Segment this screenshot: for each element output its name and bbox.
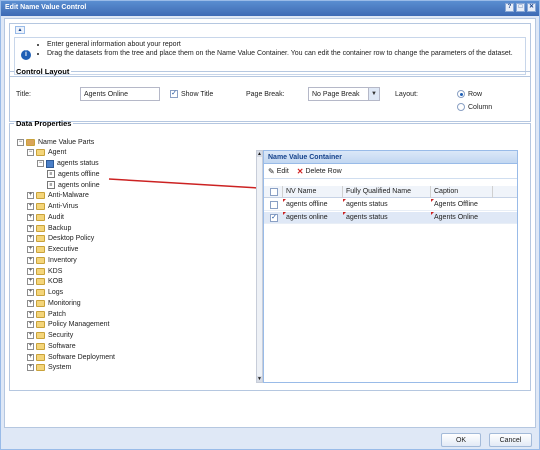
col-caption[interactable]: Caption <box>434 188 458 195</box>
name-value-container: Name Value Container ✎ Edit ✕ Delete Row… <box>263 150 518 383</box>
pencil-icon: ✎ <box>268 166 275 176</box>
maximize-button[interactable]: □ <box>516 3 525 12</box>
grid-row[interactable]: agents offline agents status Agents Offlin… <box>264 199 517 211</box>
cell-caption[interactable]: Agents Offline <box>434 201 478 208</box>
cancel-button[interactable]: Cancel <box>489 433 532 447</box>
row-checkbox[interactable]: ✓ <box>270 214 278 222</box>
window-title: Edit Name Value Control <box>5 4 87 11</box>
edit-button[interactable]: ✎ Edit <box>268 166 289 176</box>
help-button[interactable]: ? <box>505 3 514 12</box>
dialog-content: ▲ i Enter general information about your… <box>4 18 536 428</box>
cell-nv-name[interactable]: agents offline <box>286 201 328 208</box>
cell-fqn[interactable]: agents status <box>346 201 388 208</box>
col-fqn[interactable]: Fully Qualified Name <box>346 188 411 195</box>
grid-header-row: NV Name Fully Qualified Name Caption <box>264 186 517 198</box>
cell-caption[interactable]: Agents Online <box>434 214 478 221</box>
delete-row-button[interactable]: ✕ Delete Row <box>296 166 342 176</box>
select-all-checkbox[interactable] <box>270 188 278 196</box>
container-header: Name Value Container <box>264 151 517 164</box>
close-button[interactable]: ✕ <box>527 3 536 12</box>
row-checkbox[interactable] <box>270 201 278 209</box>
col-nv-name[interactable]: NV Name <box>286 188 316 195</box>
tree-scrollbar[interactable]: ▲ ▼ <box>256 150 263 383</box>
scroll-up-icon[interactable]: ▲ <box>257 151 262 157</box>
cell-fqn[interactable]: agents status <box>346 214 388 221</box>
drag-arrow <box>108 178 277 194</box>
delete-label: Delete Row <box>305 167 342 175</box>
container-toolbar: ✎ Edit ✕ Delete Row <box>264 164 517 179</box>
delete-icon: ✕ <box>296 166 304 176</box>
edit-label: Edit <box>276 167 289 175</box>
title-bar[interactable]: Edit Name Value Control ? □ ✕ <box>1 1 539 16</box>
cell-nv-name[interactable]: agents online <box>286 214 328 221</box>
ok-button[interactable]: OK <box>441 433 481 447</box>
dialog-window: Edit Name Value Control ? □ ✕ ▲ i Enter … <box>0 0 540 450</box>
grid-row[interactable]: ✓ agents online agents status Agents Online <box>264 212 517 224</box>
scroll-down-icon[interactable]: ▼ <box>257 376 262 382</box>
